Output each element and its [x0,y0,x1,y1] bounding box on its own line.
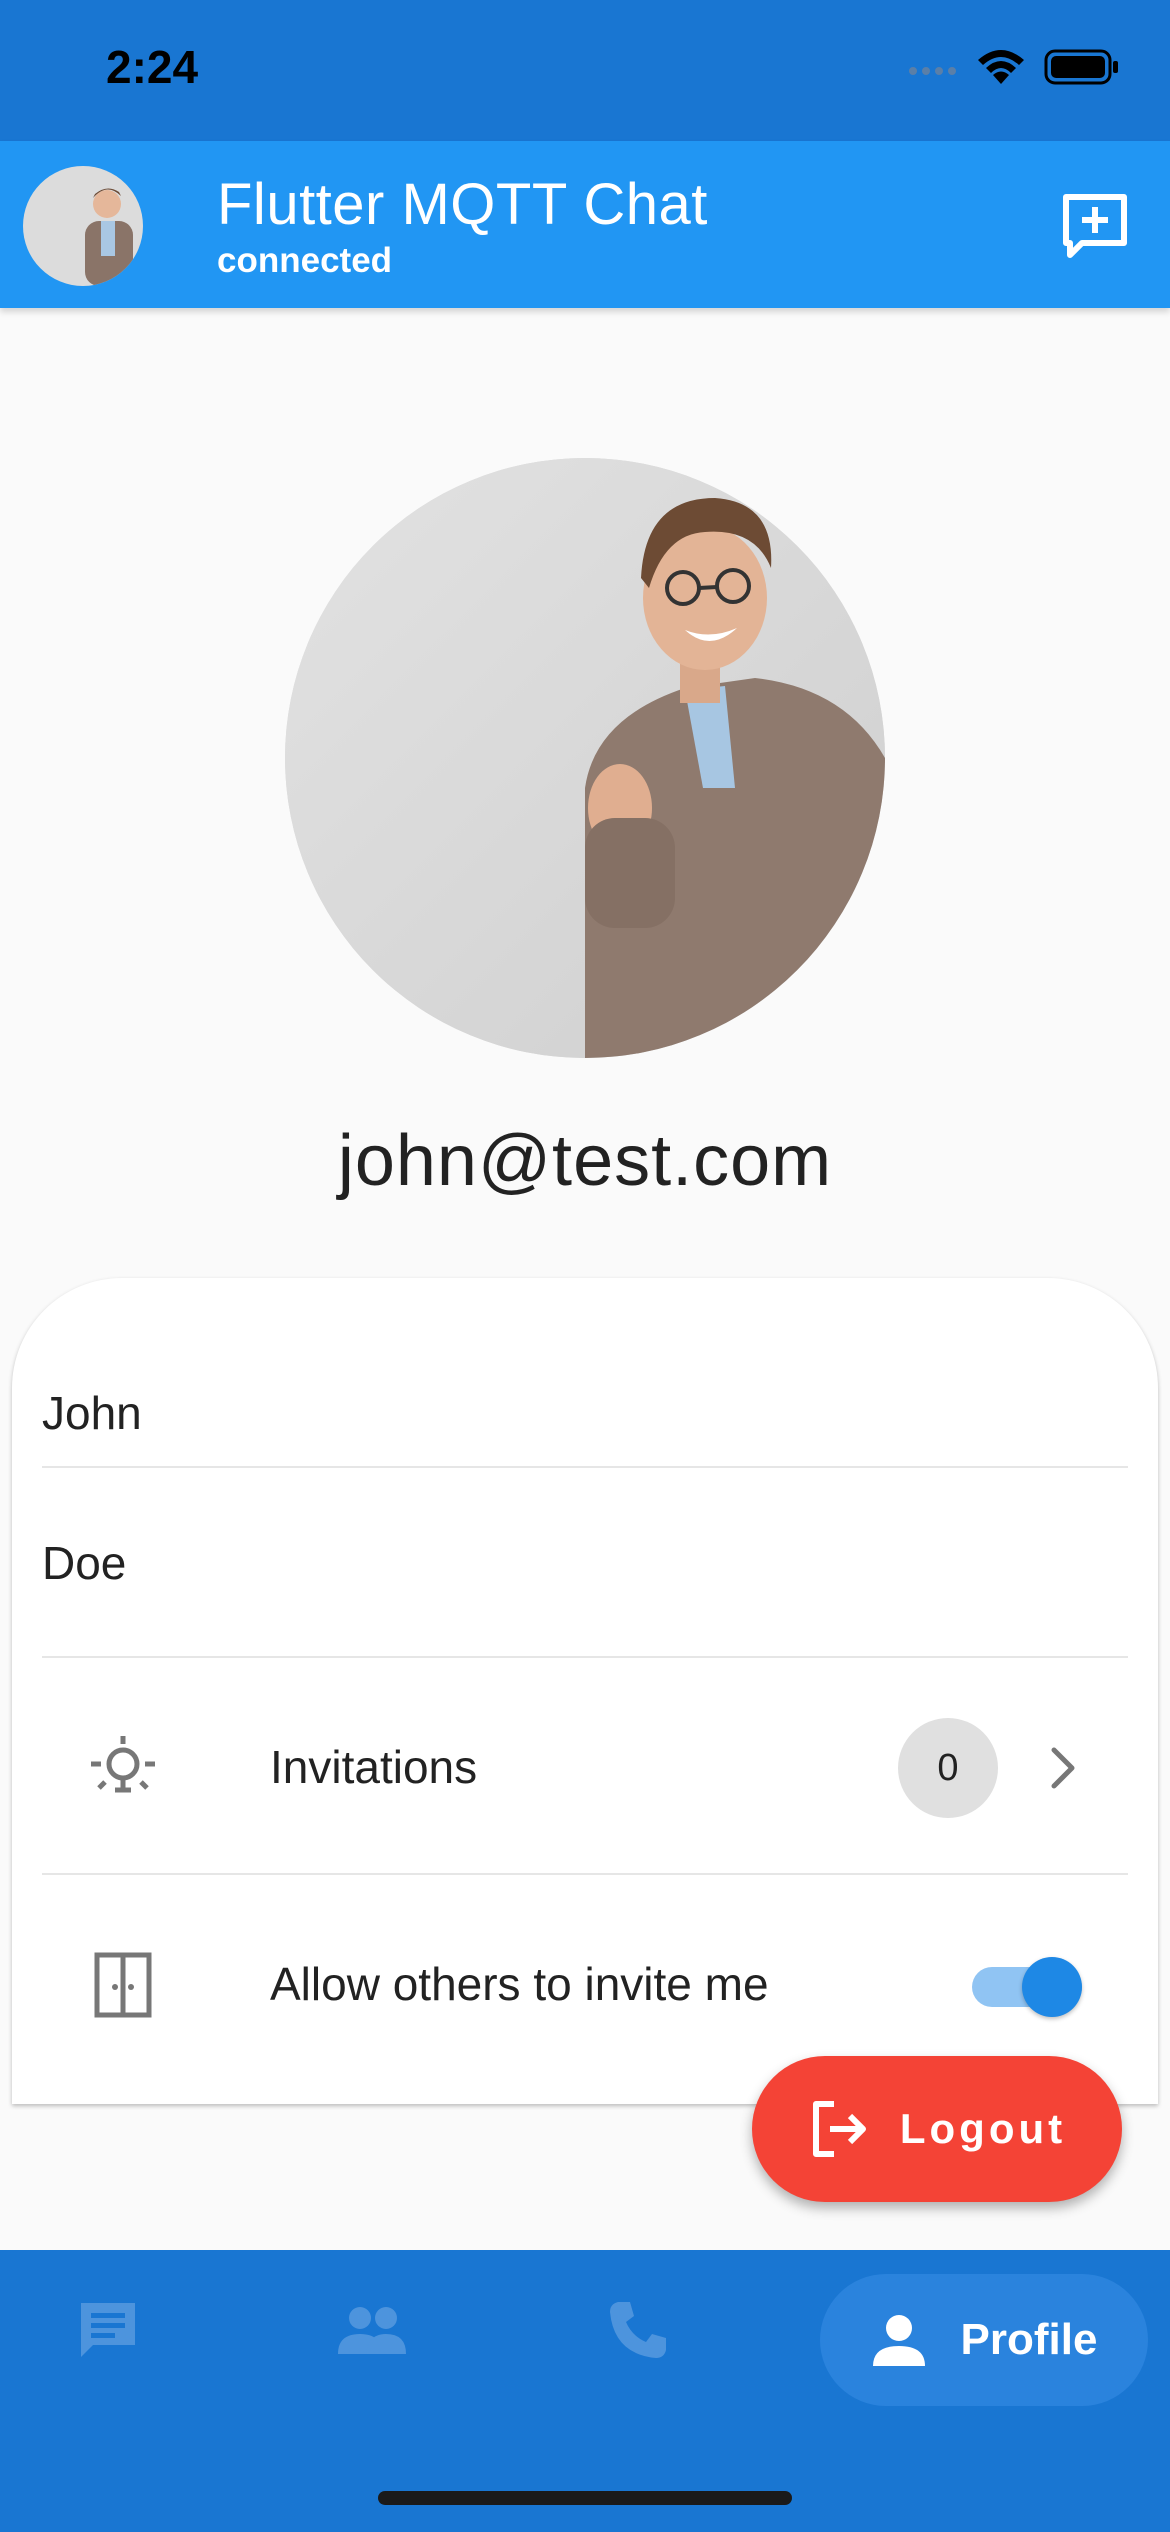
profile-email: john@test.com [337,1121,833,1201]
status-bar: 2:24 [0,0,1170,141]
door-icon [94,1952,152,2018]
logout-icon [812,2101,866,2157]
allow-invites-label: Allow others to invite me [270,1958,769,2010]
status-time: 2:24 [106,41,199,93]
profile-photo[interactable] [285,458,885,1058]
last-name-field[interactable]: Doe [42,1468,1128,1658]
signal-icon [909,67,956,75]
people-icon [338,2307,406,2354]
first-name-value: John [42,1387,142,1439]
person-icon [872,2315,925,2366]
logout-button[interactable]: Logout [752,2056,1122,2202]
invitations-row[interactable]: Invitations 0 [42,1660,1128,1875]
nav-calls[interactable] [578,2270,698,2390]
bottom-nav: Profile [0,2250,1170,2532]
last-name-value: Doe [42,1537,127,1589]
home-indicator [378,2491,792,2505]
user-avatar[interactable] [23,166,143,286]
app-title: Flutter MQTT Chat [217,172,708,237]
allow-invites-toggle[interactable] [972,1953,1082,2017]
first-name-field[interactable]: John [42,1278,1128,1468]
status-icons [908,48,1120,86]
chevron-right-icon [1051,1747,1075,1789]
invitations-label: Invitations [270,1741,478,1793]
nav-profile[interactable]: Profile [820,2274,1148,2406]
new-chat-button[interactable] [1060,191,1130,261]
toggle-thumb [1022,1957,1082,2017]
nav-chats[interactable] [48,2270,168,2390]
phone-icon [610,2302,666,2358]
chat-icon [81,2303,135,2357]
logout-label: Logout [899,2105,1067,2152]
invitations-count-badge: 0 [898,1718,998,1818]
battery-icon [1044,49,1118,85]
profile-card: John Doe Invitations 0 Allow others to i… [12,1278,1158,2104]
lightbulb-icon [91,1736,155,1793]
nav-profile-label: Profile [960,2315,1098,2364]
connection-status: connected [217,241,393,280]
add-chat-icon [1063,194,1127,258]
nav-contacts[interactable] [312,2270,432,2390]
app-bar: Flutter MQTT Chat connected [0,141,1170,308]
wifi-icon [978,50,1024,84]
